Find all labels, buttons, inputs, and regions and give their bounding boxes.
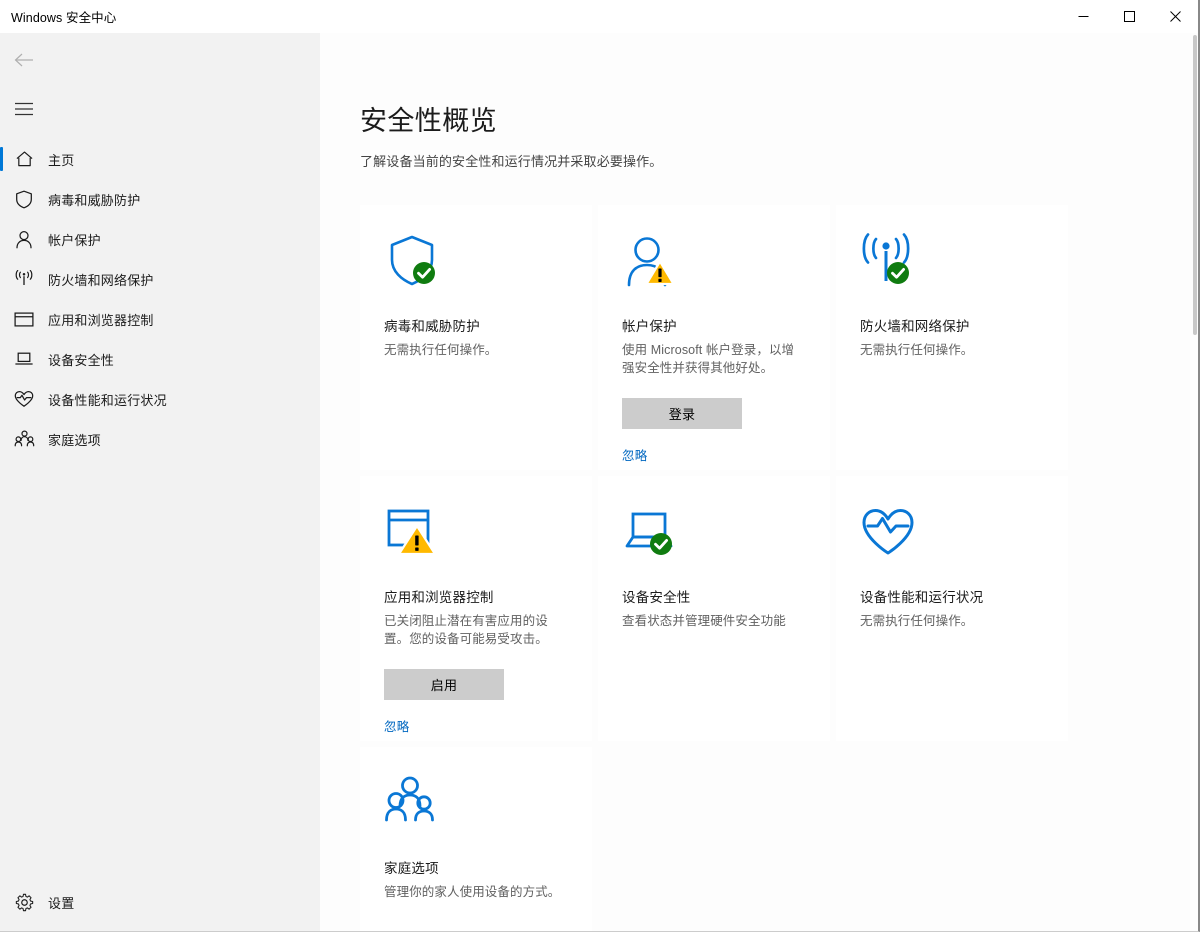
window-title: Windows 安全中心 — [0, 7, 116, 26]
page-subtitle: 了解设备当前的安全性和运行情况并采取必要操作。 — [360, 151, 1198, 170]
content-scrollbar[interactable] — [1192, 33, 1198, 931]
tile-description: 无需执行任何操作。 — [860, 612, 1044, 630]
tile-title: 防火墙和网络保护 — [860, 319, 1044, 336]
tile-description: 无需执行任何操作。 — [860, 341, 1044, 359]
tile-icon — [622, 504, 806, 560]
window-body: 主页 病毒和威胁防护 — [0, 33, 1198, 931]
sidebar-item-label: 防火墙和网络保护 — [48, 270, 154, 289]
tile-device-security[interactable]: 设备安全性 查看状态并管理硬件安全功能 — [598, 476, 830, 741]
tile-app-browser-control[interactable]: 应用和浏览器控制 已关闭阻止潜在有害应用的设置。您的设备可能易受攻击。 启用 忽… — [360, 476, 592, 741]
maximize-button[interactable] — [1106, 0, 1152, 33]
security-tile-grid: 病毒和威胁防护 无需执行任何操作。 — [360, 205, 1070, 931]
sidebar-item-device-security[interactable]: 设备安全性 — [0, 339, 320, 379]
sidebar-item-label: 设置 — [48, 893, 74, 912]
sidebar-item-device-performance[interactable]: 设备性能和运行状况 — [0, 379, 320, 419]
window-app-icon — [384, 504, 440, 560]
sidebar-item-label: 家庭选项 — [48, 430, 101, 449]
dismiss-link[interactable]: 忽略 — [384, 716, 409, 735]
sidebar-item-account-protection[interactable]: 帐户保护 — [0, 219, 320, 259]
wifi-signal-icon — [860, 233, 916, 289]
tile-firewall-network[interactable]: 防火墙和网络保护 无需执行任何操作。 — [836, 205, 1068, 470]
title-bar: Windows 安全中心 — [0, 0, 1198, 33]
gear-icon — [0, 893, 48, 912]
sidebar-item-settings[interactable]: 设置 — [0, 882, 320, 922]
person-icon — [0, 230, 48, 249]
tile-description: 管理你的家人使用设备的方式。 — [384, 883, 568, 901]
person-icon — [622, 233, 678, 289]
tile-description: 使用 Microsoft 帐户登录，以增强安全性并获得其他好处。 — [622, 341, 806, 377]
tile-device-performance[interactable]: 设备性能和运行状况 无需执行任何操作。 — [836, 476, 1068, 741]
tile-icon — [860, 233, 1044, 289]
app-window: Windows 安全中心 — [0, 0, 1200, 932]
family-group-icon — [384, 775, 440, 831]
turn-on-button[interactable]: 启用 — [384, 669, 504, 700]
tile-description: 查看状态并管理硬件安全功能 — [622, 612, 806, 630]
minimize-icon — [1078, 11, 1089, 22]
sidebar: 主页 病毒和威胁防护 — [0, 33, 320, 931]
minimize-button[interactable] — [1060, 0, 1106, 33]
tile-title: 病毒和威胁防护 — [384, 319, 568, 336]
hamburger-menu-button[interactable] — [0, 89, 48, 129]
tile-icon — [622, 233, 806, 289]
sidebar-nav-list: 主页 病毒和威胁防护 — [0, 139, 320, 459]
scrollbar-thumb[interactable] — [1193, 35, 1197, 335]
sidebar-spacer — [0, 459, 320, 882]
sidebar-item-label: 病毒和威胁防护 — [48, 190, 140, 209]
sidebar-item-label: 应用和浏览器控制 — [48, 310, 154, 329]
sidebar-top-controls — [0, 33, 320, 139]
tile-icon — [384, 775, 568, 831]
tile-title: 应用和浏览器控制 — [384, 590, 568, 607]
window-app-icon — [0, 311, 48, 328]
content-area: 安全性概览 了解设备当前的安全性和运行情况并采取必要操作。 — [320, 33, 1198, 931]
sidebar-bottom: 设置 — [0, 882, 320, 931]
sidebar-item-app-browser-control[interactable]: 应用和浏览器控制 — [0, 299, 320, 339]
tile-icon — [384, 233, 568, 289]
check-badge — [650, 533, 672, 555]
tile-description: 已关闭阻止潜在有害应用的设置。您的设备可能易受攻击。 — [384, 612, 568, 648]
laptop-icon — [622, 504, 678, 560]
sidebar-item-label: 设备安全性 — [48, 350, 114, 369]
tile-title: 设备性能和运行状况 — [860, 590, 1044, 607]
tile-title: 家庭选项 — [384, 861, 568, 878]
home-icon — [0, 150, 48, 168]
maximize-icon — [1124, 11, 1135, 22]
close-icon — [1170, 11, 1181, 22]
laptop-icon — [0, 351, 48, 367]
heart-pulse-icon — [860, 504, 916, 560]
tile-family-options[interactable]: 家庭选项 管理你的家人使用设备的方式。 — [360, 747, 592, 931]
heart-pulse-icon — [0, 390, 48, 408]
wifi-signal-icon — [0, 270, 48, 288]
family-group-icon — [0, 430, 48, 448]
tile-description: 无需执行任何操作。 — [384, 341, 568, 359]
warning-badge — [399, 526, 435, 554]
page-header: 安全性概览 了解设备当前的安全性和运行情况并采取必要操作。 — [360, 33, 1198, 170]
back-arrow-icon — [13, 52, 35, 68]
tile-icon — [860, 504, 1044, 560]
tile-title: 帐户保护 — [622, 319, 806, 336]
sidebar-item-label: 帐户保护 — [48, 230, 101, 249]
sidebar-item-label: 设备性能和运行状况 — [48, 390, 167, 409]
sidebar-item-label: 主页 — [48, 150, 74, 169]
close-button[interactable] — [1152, 0, 1198, 33]
back-button[interactable] — [0, 40, 48, 80]
tile-title: 设备安全性 — [622, 590, 806, 607]
dismiss-link[interactable]: 忽略 — [622, 445, 647, 464]
sidebar-item-family-options[interactable]: 家庭选项 — [0, 419, 320, 459]
page-title: 安全性概览 — [360, 105, 1198, 137]
tile-account-protection[interactable]: 帐户保护 使用 Microsoft 帐户登录，以增强安全性并获得其他好处。 登录… — [598, 205, 830, 470]
tile-icon — [384, 504, 568, 560]
sidebar-item-virus-protection[interactable]: 病毒和威胁防护 — [0, 179, 320, 219]
check-badge — [413, 262, 435, 284]
tile-virus-protection[interactable]: 病毒和威胁防护 无需执行任何操作。 — [360, 205, 592, 470]
hamburger-menu-icon — [15, 102, 33, 116]
sidebar-item-firewall[interactable]: 防火墙和网络保护 — [0, 259, 320, 299]
sign-in-button[interactable]: 登录 — [622, 398, 742, 429]
sidebar-item-home[interactable]: 主页 — [0, 139, 320, 179]
check-badge — [887, 262, 909, 284]
shield-icon — [0, 190, 48, 209]
selection-indicator — [0, 147, 3, 171]
shield-icon — [384, 233, 440, 289]
